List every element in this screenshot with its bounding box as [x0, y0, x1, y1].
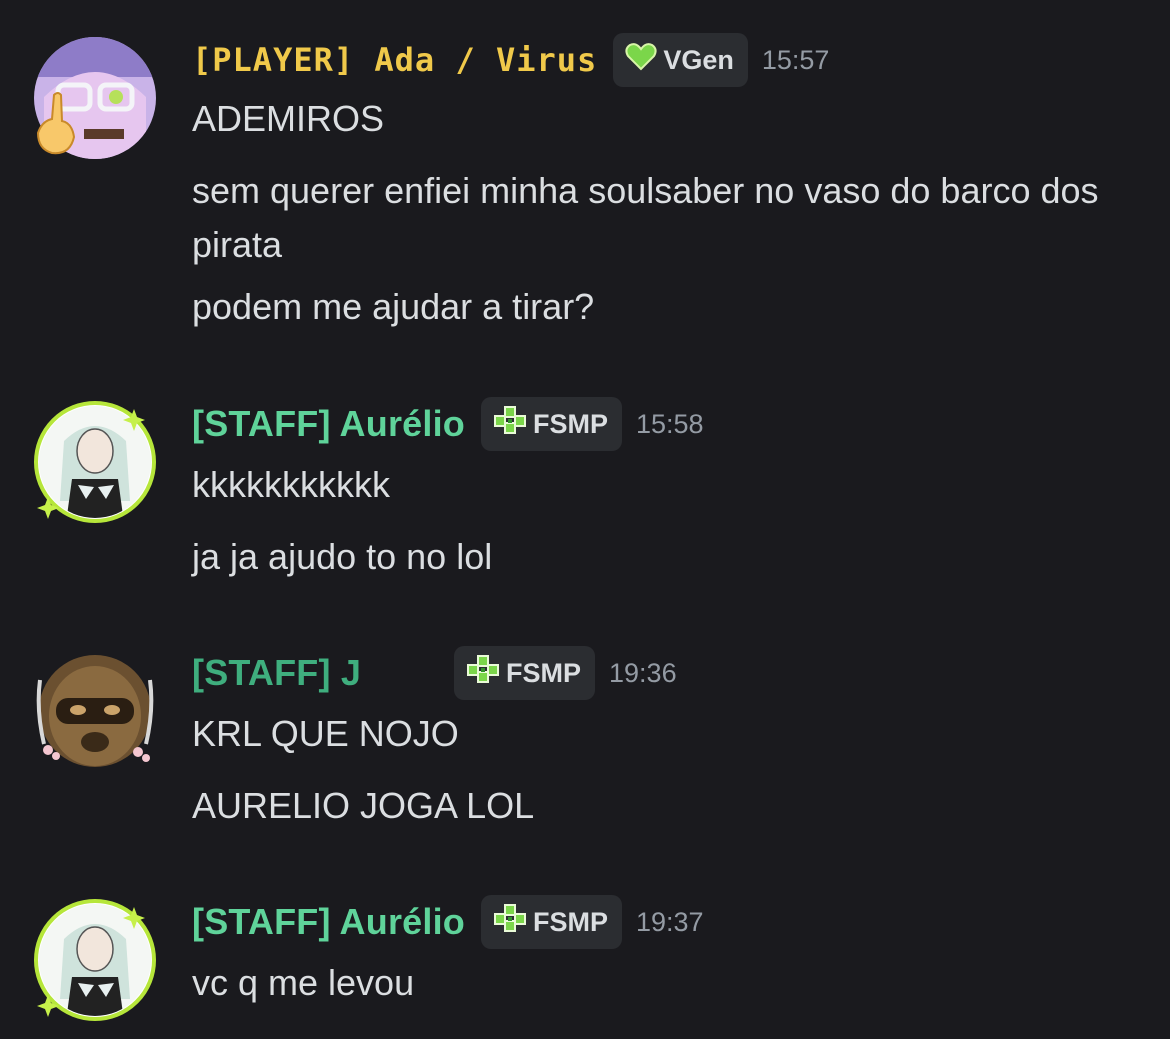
message-header: [STAFF] Aurélio FSMP 19:37 [192, 892, 704, 952]
message-text: sem querer enfiei minha soulsaber no vas… [192, 170, 1099, 265]
avatar[interactable] [34, 401, 156, 523]
server-tag[interactable]: VGen [613, 33, 748, 87]
message-text: podem me ajudar a tirar? [192, 286, 595, 327]
message-text: ja ja ajudo to no lol [192, 536, 493, 577]
message-text: KRL QUE NOJO [192, 713, 459, 754]
tag-label: VGen [663, 44, 734, 75]
timestamp[interactable]: 15:58 [636, 409, 704, 440]
message-header: [PLAYER] Ada / Virus VGen 15:57 [192, 30, 829, 90]
username[interactable]: [STAFF] Aurélio [192, 901, 465, 943]
server-tag[interactable]: FSMP [480, 397, 622, 451]
avatar[interactable] [34, 37, 156, 159]
avatar[interactable] [34, 899, 156, 1021]
username[interactable]: [PLAYER] Ada / Virus [192, 41, 597, 79]
avatar[interactable] [34, 650, 156, 772]
timestamp[interactable]: 19:37 [636, 907, 704, 938]
timestamp[interactable]: 19:36 [609, 658, 677, 689]
username[interactable]: [STAFF] Aurélio [192, 403, 465, 445]
server-tag[interactable]: FSMP [480, 895, 622, 949]
username[interactable]: [STAFF] J [192, 652, 438, 694]
clover-icon [466, 654, 500, 693]
timestamp[interactable]: 15:57 [762, 45, 830, 76]
message-text: vc q me levou [192, 962, 415, 1003]
message-header: [STAFF] Aurélio FSMP 15:58 [192, 394, 704, 454]
green-heart-icon [625, 42, 657, 78]
server-tag[interactable]: FSMP [454, 646, 596, 700]
clover-icon [493, 405, 527, 444]
message-text: AURELIO JOGA LOL [192, 785, 535, 826]
tag-label: FSMP [532, 906, 608, 937]
chat-messages: [PLAYER] Ada / Virus VGen 15:57 ADEMIROS… [0, 0, 1170, 1039]
tag-label: FSMP [532, 408, 608, 439]
message-text: kkkkkkkkkkk [192, 464, 390, 505]
message-text: ADEMIROS [192, 98, 385, 139]
clover-icon [493, 903, 527, 942]
message-header: [STAFF] J FSMP 19:36 [192, 643, 677, 703]
tag-label: FSMP [506, 657, 582, 688]
